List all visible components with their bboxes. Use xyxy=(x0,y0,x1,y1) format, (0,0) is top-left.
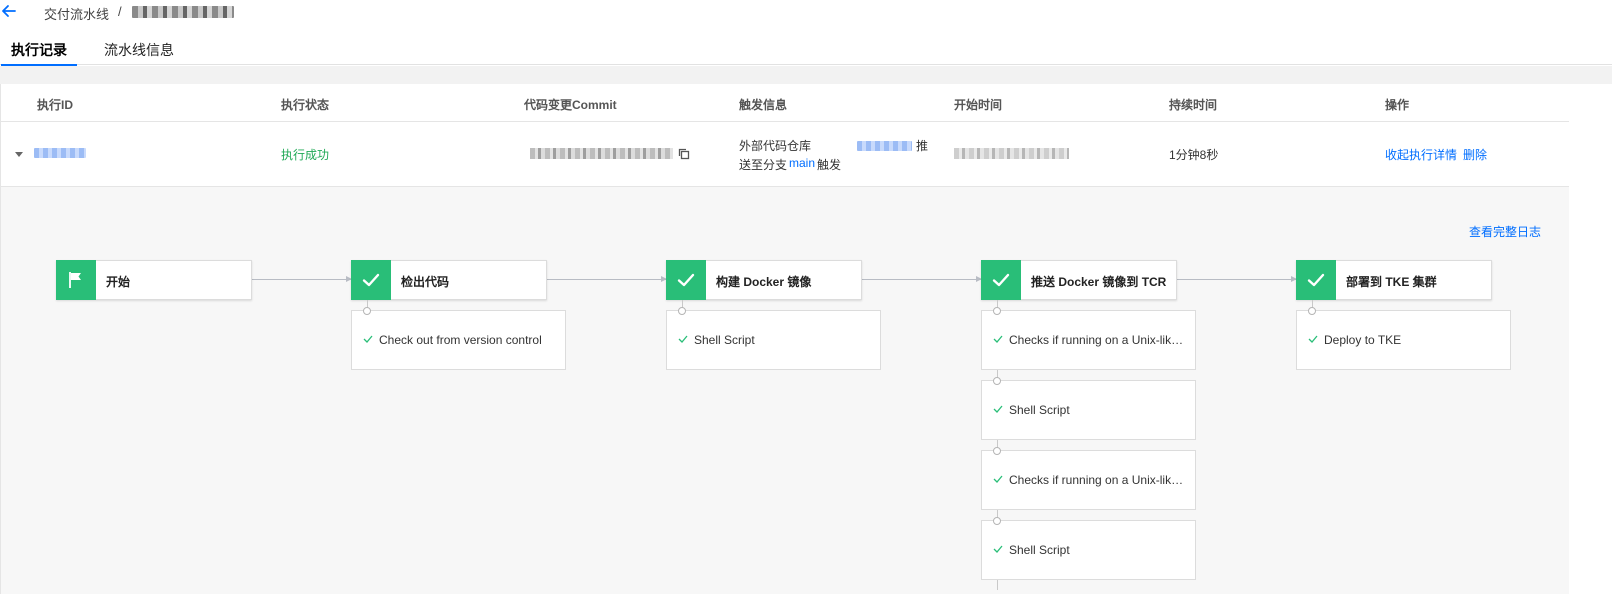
step-node-dot xyxy=(993,307,1001,315)
step-node-dot xyxy=(363,307,371,315)
column-header-duration: 持续时间 xyxy=(1169,98,1218,112)
tab-bar: 执行记录 流水线信息 xyxy=(0,36,1612,66)
step-node-dot xyxy=(993,377,1001,385)
table-header: 执行ID 执行状态 代码变更Commit 触发信息 开始时间 持续时间 操作 xyxy=(1,84,1569,122)
column-header-trigger: 触发信息 xyxy=(739,98,788,112)
stage-name: 开始 xyxy=(106,275,131,289)
check-icon xyxy=(677,273,695,287)
trigger-push-text: 推 xyxy=(916,139,929,153)
expand-caret-icon[interactable] xyxy=(15,152,23,157)
step-item[interactable]: Shell Script xyxy=(981,380,1196,440)
stage-checkout[interactable]: 检出代码 xyxy=(351,260,547,300)
stage-start[interactable]: 开始 xyxy=(56,260,252,300)
stage-name: 推送 Docker 镜像到 TCR xyxy=(1031,275,1167,289)
step-check-icon xyxy=(993,405,1003,413)
trigger-repo-redacted[interactable] xyxy=(857,141,912,151)
breadcrumb: 交付流水线 / xyxy=(0,0,1612,30)
stage-build[interactable]: 构建 Docker 镜像 xyxy=(666,260,862,300)
start-time-redacted xyxy=(954,148,1069,159)
trigger-suffix: 触发 xyxy=(817,158,842,172)
step-label: Shell Script xyxy=(694,333,755,347)
step-item[interactable]: Shell Script xyxy=(981,520,1196,580)
column-header-status: 执行状态 xyxy=(281,98,330,112)
stage-name: 构建 Docker 镜像 xyxy=(716,275,812,289)
pipeline-detail-panel: 查看完整日志 开始 检出代码 构建 Docker 镜像 推送 Docker 镜像… xyxy=(1,187,1569,594)
breadcrumb-root-link[interactable]: 交付流水线 xyxy=(44,4,109,23)
check-icon xyxy=(362,273,380,287)
stage-name: 检出代码 xyxy=(401,275,450,289)
step-label: Deploy to TKE xyxy=(1324,333,1402,347)
status-badge: 执行成功 xyxy=(281,148,330,162)
trigger-branch-prefix: 送至分支 xyxy=(739,158,788,172)
execution-table: 执行ID 执行状态 代码变更Commit 触发信息 开始时间 持续时间 操作 执… xyxy=(0,84,1569,594)
duration-value: 1分钟8秒 xyxy=(1169,148,1219,162)
step-label: Shell Script xyxy=(1009,543,1070,557)
stage-push[interactable]: 推送 Docker 镜像到 TCR xyxy=(981,260,1177,300)
step-node-dot xyxy=(993,447,1001,455)
collapse-details-link[interactable]: 收起执行详情 xyxy=(1385,146,1457,163)
execution-id-redacted[interactable] xyxy=(34,148,86,158)
trigger-source-label: 外部代码仓库 xyxy=(739,139,812,153)
delete-link[interactable]: 删除 xyxy=(1463,146,1487,163)
commit-hash-redacted xyxy=(530,148,673,159)
stage-connector xyxy=(251,276,352,282)
check-icon xyxy=(992,273,1010,287)
step-check-icon xyxy=(993,475,1003,483)
step-item[interactable]: Shell Script xyxy=(666,310,881,370)
stage-deploy[interactable]: 部署到 TKE 集群 xyxy=(1296,260,1492,300)
step-item[interactable]: Deploy to TKE xyxy=(1296,310,1511,370)
copy-icon[interactable] xyxy=(678,148,690,160)
step-node-dot xyxy=(678,307,686,315)
step-node-dot xyxy=(993,517,1001,525)
section-gap xyxy=(0,66,1612,84)
stage-connector xyxy=(1177,276,1297,282)
step-check-icon xyxy=(993,335,1003,343)
step-check-icon xyxy=(993,545,1003,553)
column-header-id: 执行ID xyxy=(37,98,74,112)
trigger-branch-link[interactable]: main xyxy=(789,156,815,170)
stage-connector xyxy=(862,276,982,282)
stage-name: 部署到 TKE 集群 xyxy=(1346,275,1437,289)
tab-pipeline-info[interactable]: 流水线信息 xyxy=(104,40,174,65)
step-check-icon xyxy=(1308,335,1318,343)
step-item[interactable]: Checks if running on a Unix-like node xyxy=(981,450,1196,510)
view-full-log-link[interactable]: 查看完整日志 xyxy=(1469,223,1541,240)
arrow-left-icon[interactable] xyxy=(0,2,18,20)
step-label: Checks if running on a Unix-like node xyxy=(1009,473,1187,487)
breadcrumb-current-redacted xyxy=(132,6,234,18)
table-row: 执行成功 外部代码仓库 推 送至分支 main 触发 1分钟8秒 收起执行详情 … xyxy=(1,122,1569,187)
step-label: Check out from version control xyxy=(379,333,542,347)
tab-execution-records[interactable]: 执行记录 xyxy=(1,40,77,66)
column-header-start-time: 开始时间 xyxy=(954,98,1003,112)
step-item[interactable]: Checks if running on a Unix-like node xyxy=(981,310,1196,370)
step-label: Checks if running on a Unix-like node xyxy=(1009,333,1187,347)
step-item[interactable]: Check out from version control xyxy=(351,310,566,370)
step-node-dot xyxy=(1308,307,1316,315)
step-check-icon xyxy=(363,335,373,343)
step-label: Shell Script xyxy=(1009,403,1070,417)
breadcrumb-separator: / xyxy=(118,4,122,19)
stage-connector xyxy=(547,276,667,282)
check-icon xyxy=(1307,273,1325,287)
column-header-actions: 操作 xyxy=(1385,98,1410,112)
flag-icon xyxy=(69,272,81,288)
column-header-commit: 代码变更Commit xyxy=(524,98,617,112)
step-check-icon xyxy=(678,335,688,343)
